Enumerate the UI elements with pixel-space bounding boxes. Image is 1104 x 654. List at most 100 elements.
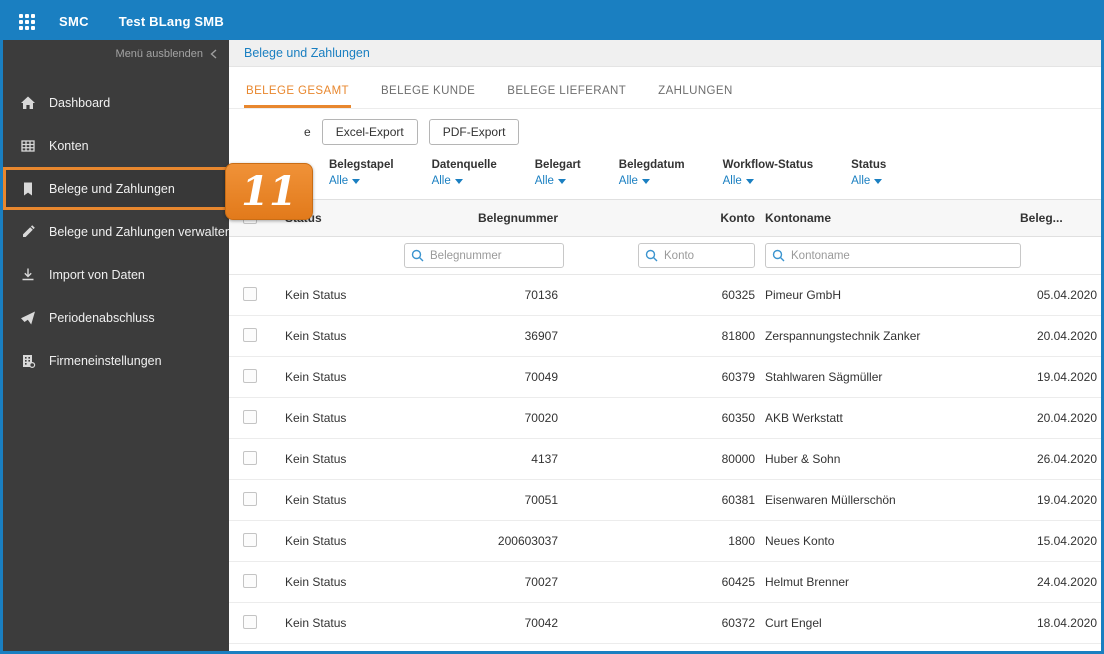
row-belegdatum: 19.04.2020: [1036, 370, 1097, 384]
table-row[interactable]: Kein Status 70042 60372 Curt Engel 18.04…: [229, 603, 1101, 644]
row-status: Kein Status: [285, 411, 347, 425]
filter-label: Belegdatum: [618, 159, 685, 171]
sidebar-item-dashboard[interactable]: Dashboard: [3, 81, 229, 124]
filter-dropdown[interactable]: Alle: [723, 175, 814, 187]
filter-dropdown[interactable]: Alle: [619, 175, 685, 187]
row-status: Kein Status: [285, 370, 347, 384]
app-title: SMC: [59, 14, 89, 29]
toolbar: e Excel-Export PDF-Export: [229, 109, 1101, 155]
filter-value: Alle: [722, 175, 742, 187]
table-row[interactable]: Kein Status 4137 80000 Huber & Sohn 26.0…: [229, 439, 1101, 480]
row-checkbox[interactable]: [243, 614, 257, 629]
main-content: Belege und Zahlungen BELEGE GESAMT BELEG…: [229, 40, 1101, 651]
home-icon: [19, 95, 37, 111]
row-checkbox[interactable]: [243, 327, 257, 342]
kontoname-search-input[interactable]: [765, 243, 1021, 268]
partially-hidden-toolbar-text: e: [304, 125, 311, 139]
table-row[interactable]: Kein Status 70136 60325 Pimeur GmbH 05.0…: [229, 275, 1101, 316]
belegnummer-search-input[interactable]: [404, 243, 564, 268]
row-status: Kein Status: [285, 452, 347, 466]
sidebar-item-periodenabschluss[interactable]: Periodenabschluss: [3, 296, 229, 339]
table-header-row: Status Belegnummer Konto Kontoname Beleg…: [229, 199, 1101, 237]
filter-dropdown[interactable]: Alle: [535, 175, 581, 187]
sidebar: Menü ausblenden Dashboard Konten Belege …: [3, 40, 229, 651]
row-konto: 1800: [728, 534, 755, 548]
sidebar-item-belege-und-zahlungen[interactable]: Belege und Zahlungen: [3, 167, 229, 210]
sidebar-item-konten[interactable]: Konten: [3, 124, 229, 167]
pdf-export-button[interactable]: PDF-Export: [428, 119, 520, 145]
table-row[interactable]: Kein Status 70027 60425 Helmut Brenner 2…: [229, 562, 1101, 603]
filter-dropdown[interactable]: Alle: [432, 175, 497, 187]
konto-search: [638, 243, 755, 268]
row-checkbox[interactable]: [243, 368, 257, 383]
filter-dropdown[interactable]: Alle: [851, 175, 886, 187]
table-row[interactable]: Kein Status 36907 81800 Zerspannungstech…: [229, 316, 1101, 357]
filter-group: Workflow-Status Alle: [723, 159, 814, 187]
tab[interactable]: BELEGE LIEFERANT: [505, 81, 628, 108]
row-checkbox[interactable]: [243, 286, 257, 301]
search-icon: [411, 249, 424, 262]
sidebar-item-import-von-daten[interactable]: Import von Daten: [3, 253, 229, 296]
hide-menu-button[interactable]: Menü ausblenden: [3, 40, 229, 67]
sidebar-item-firmeneinstellungen[interactable]: Firmeneinstellungen: [3, 339, 229, 382]
row-checkbox[interactable]: [243, 573, 257, 588]
filter-label: Workflow-Status: [722, 159, 814, 171]
table-row[interactable]: Kein Status 200603037 1800 Neues Konto 1…: [229, 521, 1101, 562]
kontoname-search: [765, 243, 1021, 268]
row-kontoname: AKB Werkstatt: [765, 411, 843, 425]
row-belegdatum: 15.04.2020: [1036, 534, 1097, 548]
filter-label: Belegart: [534, 159, 581, 171]
paper-plane-icon: [19, 310, 37, 326]
table-row[interactable]: Kein Status 70051 60381 Eisenwaren Mülle…: [229, 480, 1101, 521]
row-konto: 80000: [721, 452, 755, 466]
row-kontoname: Huber & Sohn: [765, 452, 841, 466]
page-title: Belege und Zahlungen: [244, 46, 370, 60]
filter-group: Status Alle: [851, 159, 886, 187]
row-konto: 81800: [721, 329, 755, 343]
row-checkbox[interactable]: [243, 450, 257, 465]
app-launcher-icon[interactable]: [19, 13, 35, 30]
filter-group: Belegstapel Alle: [329, 159, 394, 187]
row-belegdatum: 18.04.2020: [1036, 616, 1097, 630]
company-settings-icon: [19, 353, 37, 369]
row-belegdatum: 05.04.2020: [1036, 288, 1097, 302]
table-row[interactable]: Kein Status 70020 60350 AKB Werkstatt 20…: [229, 398, 1101, 439]
row-kontoname: Pimeur GmbH: [765, 288, 842, 302]
row-status: Kein Status: [285, 288, 347, 302]
table-icon: [19, 138, 37, 154]
row-kontoname: Helmut Brenner: [765, 575, 850, 589]
row-belegnummer: 70051: [524, 493, 558, 507]
row-kontoname: Neues Konto: [765, 534, 835, 548]
excel-export-button[interactable]: Excel-Export: [321, 119, 418, 145]
row-belegdatum: 24.04.2020: [1036, 575, 1097, 589]
tab-bar: BELEGE GESAMT BELEGE KUNDE BELEGE LIEFER…: [229, 67, 1101, 109]
chevron-left-icon: [210, 48, 217, 59]
row-belegnummer: 36907: [524, 329, 558, 343]
chevron-down-icon: [454, 178, 463, 184]
row-kontoname: Eisenwaren Müllerschön: [765, 493, 896, 507]
row-konto: 60350: [721, 411, 755, 425]
filter-bar: Belegstapel Alle Datenquelle Alle Belega…: [229, 155, 1101, 199]
chevron-down-icon: [641, 178, 650, 184]
row-belegnummer: 70027: [524, 575, 558, 589]
company-selector[interactable]: Test BLang SMB: [119, 14, 224, 29]
row-konto: 60325: [721, 288, 755, 302]
tab[interactable]: BELEGE KUNDE: [379, 81, 477, 108]
row-checkbox[interactable]: [243, 532, 257, 547]
row-checkbox[interactable]: [243, 409, 257, 424]
filter-label: Datenquelle: [431, 159, 497, 171]
table-row[interactable]: Kein Status 70049 60379 Stahlwaren Sägmü…: [229, 357, 1101, 398]
sidebar-item-belege-und-zahlungen-verwalten[interactable]: Belege und Zahlungen verwalten: [3, 210, 229, 253]
filter-dropdown[interactable]: Alle: [329, 175, 394, 187]
sidebar-item-label: Belege und Zahlungen verwalten: [49, 224, 229, 239]
row-checkbox[interactable]: [243, 491, 257, 506]
tab[interactable]: ZAHLUNGEN: [656, 81, 735, 108]
filter-value: Alle: [851, 175, 871, 187]
row-kontoname: Zerspannungstechnik Zanker: [765, 329, 921, 343]
row-belegnummer: 70136: [524, 288, 558, 302]
tab[interactable]: BELEGE GESAMT: [244, 81, 351, 108]
sidebar-item-label: Import von Daten: [49, 267, 145, 282]
row-status: Kein Status: [285, 575, 347, 589]
belegnummer-search: [404, 243, 564, 268]
filter-label: Status: [851, 159, 887, 171]
